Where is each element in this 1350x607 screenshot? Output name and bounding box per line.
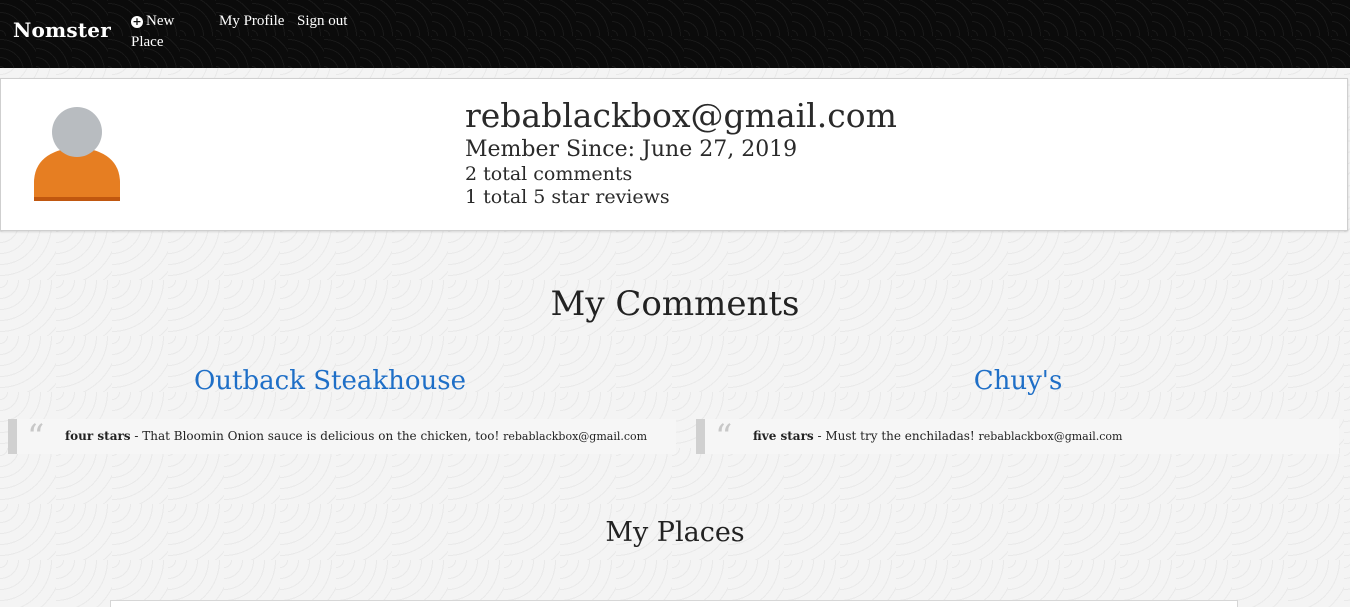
comment-text: four stars - That Bloomin Onion sauce is…	[65, 429, 647, 443]
profile-card: rebablackbox@gmail.com Member Since: Jun…	[0, 78, 1348, 231]
comment-user: rebablackbox@gmail.com	[978, 430, 1123, 443]
place-link-chuys[interactable]: Chuy's	[838, 364, 1198, 398]
member-since: Member Since: June 27, 2019	[465, 137, 798, 162]
comment-body: - Must try the enchiladas!	[813, 429, 979, 443]
my-comments-heading: My Comments	[550, 284, 800, 324]
place-link-outback-steakhouse[interactable]: Outback Steakhouse	[150, 364, 510, 398]
comment-text: five stars - Must try the enchiladas! re…	[753, 429, 1123, 443]
my-places-heading: My Places	[605, 517, 745, 548]
total-comments: 2 total comments	[465, 163, 633, 185]
quote-mark-icon: “	[715, 417, 733, 457]
places-list-card	[110, 600, 1238, 607]
comment-blockquote: “ five stars - Must try the enchiladas! …	[696, 417, 1339, 457]
new-place-link[interactable]: + New Place	[131, 11, 191, 53]
brand-logo-link[interactable]: Nomster	[13, 18, 111, 42]
comment-user: rebablackbox@gmail.com	[503, 430, 648, 443]
five-star-reviews: 1 total 5 star reviews	[465, 186, 670, 208]
comment-rating: five stars	[753, 429, 814, 443]
comment-blockquote: “ four stars - That Bloomin Onion sauce …	[8, 417, 676, 457]
comment-body: - That Bloomin Onion sauce is delicious …	[130, 429, 504, 443]
my-profile-link[interactable]: My Profile	[219, 11, 284, 32]
profile-info: rebablackbox@gmail.com Member Since: Jun…	[465, 95, 897, 209]
user-avatar-icon	[34, 107, 120, 201]
quote-mark-icon: “	[27, 417, 45, 457]
profile-email: rebablackbox@gmail.com	[465, 96, 897, 135]
navbar: Nomster + New Place My Profile Sign out	[0, 0, 1350, 68]
plus-circle-icon: +	[131, 15, 143, 28]
sign-out-link[interactable]: Sign out	[297, 11, 347, 32]
comment-rating: four stars	[65, 429, 131, 443]
